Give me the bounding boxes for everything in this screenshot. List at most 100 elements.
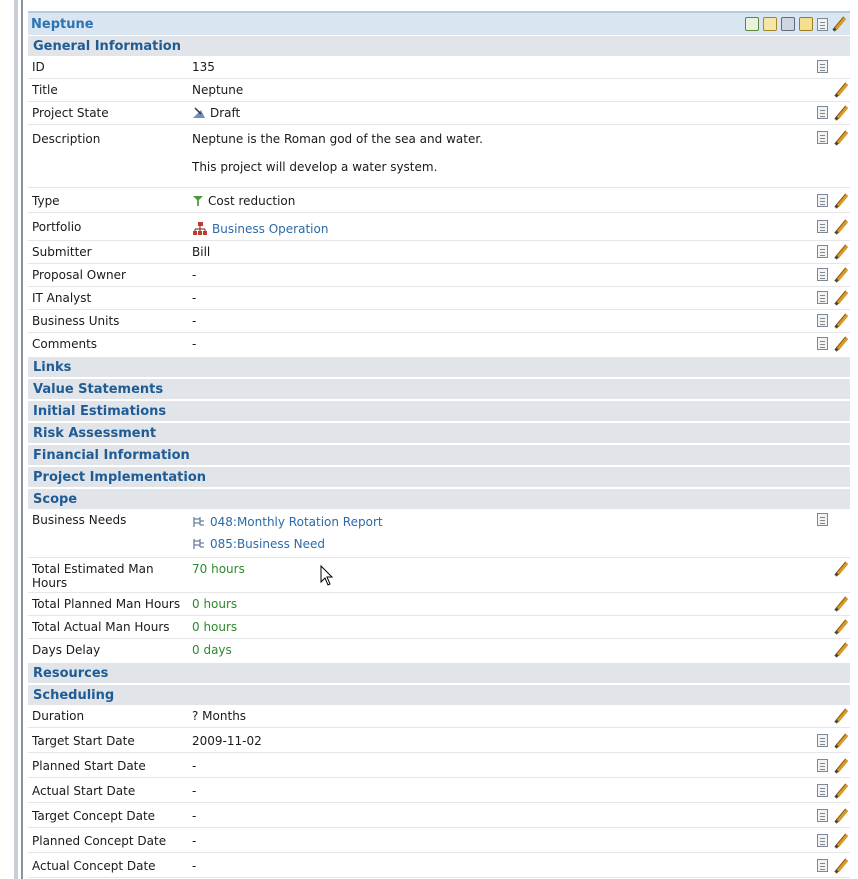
row-title: Title Neptune [28,79,850,102]
edit-icon[interactable] [834,194,848,208]
field-value: 135 [192,60,215,74]
field-value: - [192,784,197,798]
edit-icon[interactable] [834,809,848,823]
edit-icon[interactable] [834,220,848,234]
edit-icon[interactable] [834,784,848,798]
section-links[interactable]: Links [28,357,850,377]
row-planned-start-date: Planned Start Date - [28,753,850,778]
history-icon[interactable] [817,194,828,207]
edit-icon[interactable] [834,268,848,282]
field-label: Planned Start Date [32,759,146,773]
field-value: 2009-11-02 [192,734,262,748]
section-scheduling[interactable]: Scheduling [28,685,850,705]
field-value: - [192,834,197,848]
edit-icon[interactable] [832,17,846,31]
field-label: Proposal Owner [32,268,126,282]
section-risk-assessment[interactable]: Risk Assessment [28,423,850,443]
field-label: Actual Start Date [32,784,136,798]
field-value: Neptune is the Roman god of the sea and … [192,132,483,174]
edit-icon[interactable] [834,859,848,873]
edit-icon[interactable] [834,106,848,120]
history-icon[interactable] [817,106,828,119]
row-portfolio: Portfolio Business Operation [28,213,850,241]
edit-icon[interactable] [834,834,848,848]
edit-icon[interactable] [834,597,848,611]
history-icon[interactable] [817,784,828,797]
export-icon[interactable] [745,17,759,31]
field-label: Business Units [32,314,120,328]
history-icon[interactable] [817,220,828,233]
print-icon[interactable] [781,17,795,31]
edit-icon[interactable] [834,245,848,259]
section-initial-estimations[interactable]: Initial Estimations [28,401,850,421]
history-icon[interactable] [817,337,828,350]
history-icon[interactable] [817,245,828,258]
field-label: Target Concept Date [32,809,156,823]
field-value: - [192,268,197,282]
portfolio-link[interactable]: Business Operation [212,222,328,236]
field-value: - [192,337,197,351]
field-label: Type [32,194,60,208]
history-icon[interactable] [817,60,828,73]
history-icon[interactable] [817,314,828,327]
field-label: Total Actual Man Hours [32,620,170,634]
field-label: Total Planned Man Hours [32,597,181,611]
edit-icon[interactable] [834,643,848,657]
edit-icon[interactable] [834,83,848,97]
row-total-actual-man-hours: Total Actual Man Hours 0 hours [28,616,850,639]
field-value: - [192,859,197,873]
history-icon[interactable] [817,809,828,822]
edit-icon[interactable] [834,562,848,576]
business-need-icon [193,517,204,527]
header-toolbar [745,17,850,31]
edit-icon[interactable] [834,759,848,773]
section-general-information[interactable]: General Information [28,36,850,56]
history-icon[interactable] [817,759,828,772]
section-value-statements[interactable]: Value Statements [28,379,850,399]
row-planned-concept-date: Planned Concept Date - [28,828,850,853]
history-icon[interactable] [817,131,828,144]
history-icon[interactable] [817,859,828,872]
row-project-state: Project State Draft [28,102,850,125]
edit-icon[interactable] [834,291,848,305]
edit-icon[interactable] [834,131,848,145]
edit-icon[interactable] [834,709,848,723]
row-target-start-date: Target Start Date 2009-11-02 [28,728,850,753]
business-need-link[interactable]: 048:Monthly Rotation Report [210,515,383,529]
row-duration: Duration ? Months [28,705,850,728]
history-icon[interactable] [817,513,828,526]
section-financial-information[interactable]: Financial Information [28,445,850,465]
row-business-units: Business Units - [28,310,850,333]
history-icon[interactable] [817,291,828,304]
row-comments: Comments - [28,333,850,355]
row-actual-concept-date: Actual Concept Date - [28,853,850,878]
row-actual-start-date: Actual Start Date - [28,778,850,803]
edit-icon[interactable] [834,734,848,748]
business-need-icon [193,539,204,549]
field-label: IT Analyst [32,291,92,305]
edit-icon[interactable] [834,620,848,634]
business-need-item: 085:Business Need [192,537,804,551]
section-resources[interactable]: Resources [28,663,850,683]
business-need-link[interactable]: 085:Business Need [210,537,325,551]
field-value: - [192,314,197,328]
history-icon[interactable] [817,17,828,31]
field-label: Comments [32,337,98,351]
history-icon[interactable] [817,834,828,847]
email-icon[interactable] [763,17,777,31]
report-icon[interactable] [799,17,813,31]
business-need-item: 048:Monthly Rotation Report [192,515,804,529]
section-project-implementation[interactable]: Project Implementation [28,467,850,487]
field-value: - [192,809,197,823]
field-label: Duration [32,709,85,723]
row-total-planned-man-hours: Total Planned Man Hours 0 hours [28,593,850,616]
field-label: Target Start Date [32,734,135,748]
field-label: Days Delay [32,643,101,657]
field-value: - [192,759,197,773]
edit-icon[interactable] [834,337,848,351]
field-label: Title [32,83,58,97]
edit-icon[interactable] [834,314,848,328]
history-icon[interactable] [817,734,828,747]
section-scope[interactable]: Scope [28,489,850,509]
history-icon[interactable] [817,268,828,281]
